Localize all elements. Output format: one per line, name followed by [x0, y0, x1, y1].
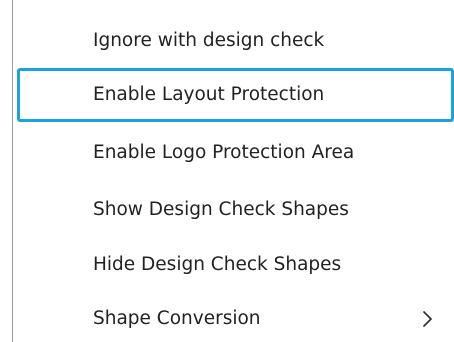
menu-item-shape-conversion[interactable]: Shape Conversion [17, 292, 454, 342]
context-menu: Ignore with design check Enable Layout P… [0, 0, 454, 342]
menu-item-label: Hide Design Check Shapes [93, 254, 342, 275]
menu-item-hide-design-check-shapes[interactable]: Hide Design Check Shapes [17, 238, 454, 292]
menu-item-label: Show Design Check Shapes [93, 199, 349, 220]
menu-item-ignore-with-design-check[interactable]: Ignore with design check [17, 14, 454, 68]
chevron-right-icon [420, 292, 436, 342]
menu-item-label: Ignore with design check [93, 30, 325, 51]
menu-item-enable-layout-protection[interactable]: Enable Layout Protection [17, 68, 454, 122]
menu-left-divider [12, 0, 13, 342]
menu-item-show-design-check-shapes[interactable]: Show Design Check Shapes [17, 183, 454, 237]
menu-item-label: Shape Conversion [93, 308, 261, 329]
menu-item-label: Enable Logo Protection Area [93, 142, 355, 163]
menu-item-label: Enable Layout Protection [93, 84, 325, 105]
menu-item-enable-logo-protection-area[interactable]: Enable Logo Protection Area [17, 126, 454, 180]
